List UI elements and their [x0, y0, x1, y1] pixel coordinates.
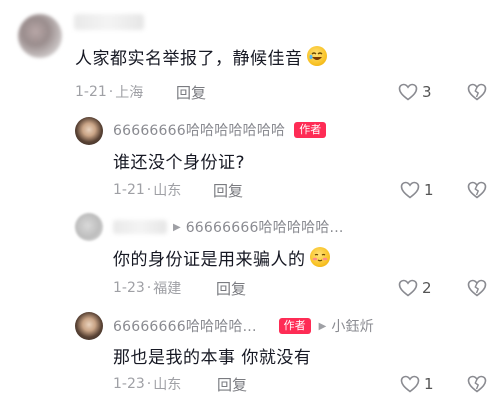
comment-location: 上海: [115, 85, 144, 101]
reply3-reply-to[interactable]: 小鈺炘: [331, 316, 374, 336]
comment-meta: 1-21 · 上海: [75, 82, 143, 102]
heart-outline-icon: [400, 375, 420, 393]
comment-like-count: 3: [422, 83, 432, 101]
reply1-meta: 1-21 · 山东: [113, 180, 181, 200]
reply3-header: 66666666哈哈哈哈... 作者 ▶ 小鈺炘: [113, 317, 374, 335]
reply3-like-count: 1: [424, 375, 434, 393]
meta-separator: ·: [146, 280, 152, 296]
reply2-text-row: 你的身份证是用来骗人的: [113, 245, 330, 270]
laughing-emoji-icon: [306, 46, 327, 66]
reply3-reply-button[interactable]: 回复: [217, 374, 247, 395]
reply3-location: 山东: [153, 377, 182, 393]
broken-heart-outline-icon[interactable]: [467, 375, 487, 393]
reply2-like-count: 2: [422, 279, 432, 297]
reply1-header: 66666666哈哈哈哈哈哈哈 作者: [113, 120, 327, 140]
reply3-like-button[interactable]: 1: [400, 374, 434, 394]
reply2-avatar[interactable]: [75, 213, 103, 241]
commenter-avatar[interactable]: [18, 14, 62, 58]
reply3-text: 那也是我的本事 你就没有: [113, 348, 312, 368]
reply1-text: 谁还没个身份证?: [113, 153, 246, 173]
reply2-author[interactable]: [113, 220, 167, 234]
reply3-date: 1-23: [113, 376, 145, 392]
reply1-avatar[interactable]: [75, 117, 103, 145]
shy-emoji-icon: [309, 247, 330, 267]
reply2-text: 你的身份证是用来骗人的: [113, 249, 306, 270]
broken-heart-outline-icon[interactable]: [467, 279, 487, 297]
reply1-location: 山东: [153, 183, 182, 199]
reply2-like-button[interactable]: 2: [398, 278, 432, 298]
comment-text: 人家都实名举报了，静候佳音: [75, 48, 303, 69]
triangle-right-icon: ▶: [318, 320, 327, 332]
reply1-author[interactable]: 66666666哈哈哈哈哈哈哈: [113, 120, 285, 140]
reply1-like-button[interactable]: 1: [400, 180, 434, 200]
reply2-reply-button[interactable]: 回复: [216, 278, 246, 299]
reply2-date: 1-23: [113, 280, 145, 296]
author-badge: 作者: [294, 122, 327, 138]
commenter-name[interactable]: [74, 14, 144, 30]
reply1-date: 1-21: [113, 182, 145, 198]
author-badge: 作者: [278, 318, 311, 334]
reply1-reply-button[interactable]: 回复: [213, 180, 243, 201]
reply2-location: 福建: [153, 281, 182, 297]
heart-outline-icon: [398, 83, 418, 101]
triangle-right-icon: ▶: [173, 221, 181, 233]
heart-outline-icon: [400, 181, 420, 199]
reply2-reply-to[interactable]: 66666666哈哈哈哈哈...: [186, 217, 344, 237]
reply3-meta: 1-23 · 山东: [113, 374, 181, 394]
broken-heart-outline-icon[interactable]: [467, 83, 487, 101]
comment-like-button[interactable]: 3: [398, 82, 432, 102]
broken-heart-outline-icon[interactable]: [467, 181, 487, 199]
heart-outline-icon: [398, 279, 418, 297]
reply3-author[interactable]: 66666666哈哈哈哈...: [113, 316, 257, 336]
reply2-header: ▶ 66666666哈哈哈哈哈...: [113, 218, 344, 236]
reply3-avatar[interactable]: [75, 312, 103, 340]
meta-separator: ·: [146, 182, 152, 198]
reply2-meta: 1-23 · 福建: [113, 278, 181, 298]
meta-separator: ·: [146, 376, 152, 392]
comment-reply-button[interactable]: 回复: [176, 82, 206, 103]
reply1-like-count: 1: [424, 181, 434, 199]
comment-date: 1-21: [75, 84, 107, 100]
meta-separator: ·: [108, 84, 114, 100]
comment-text-row: 人家都实名举报了，静候佳音: [75, 44, 327, 69]
